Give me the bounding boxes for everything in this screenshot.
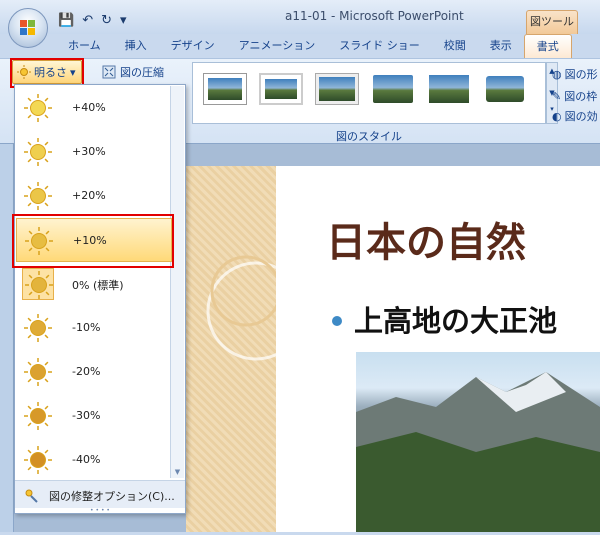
- office-logo-icon: [20, 20, 36, 36]
- compress-button[interactable]: 図の圧縮: [102, 62, 164, 82]
- quick-access-toolbar: 💾 ↶ ↻ ▾: [58, 10, 127, 30]
- style-thumb[interactable]: [427, 73, 471, 105]
- brightness-option[interactable]: -10%: [16, 306, 172, 350]
- undo-icon[interactable]: ↶: [82, 13, 93, 28]
- brightness-option-label: -30%: [72, 409, 101, 422]
- resize-grip[interactable]: • • • •: [15, 508, 185, 514]
- sun-icon: [23, 225, 55, 257]
- brightness-option-label: -40%: [72, 453, 101, 466]
- redo-icon[interactable]: ↻: [101, 13, 112, 28]
- brightness-option-label: +40%: [72, 101, 106, 114]
- customize-qat-icon[interactable]: ▾: [120, 13, 127, 28]
- tab-format[interactable]: 書式: [523, 34, 572, 58]
- brightness-option[interactable]: +30%: [16, 130, 172, 174]
- sun-icon: [22, 268, 54, 300]
- slide-title: 日本の自然: [326, 220, 526, 266]
- picture-tools-tab: 図ツール: [526, 10, 578, 34]
- effects-icon: ◐: [552, 109, 562, 123]
- brightness-icon: [17, 65, 31, 79]
- picture-correction-options[interactable]: 図の修整オプション(C)...: [15, 480, 185, 508]
- save-icon[interactable]: 💾: [58, 13, 74, 28]
- slide-decoration: [186, 166, 306, 532]
- tab-slideshow[interactable]: スライド ショー: [327, 34, 432, 58]
- sun-icon: [22, 400, 54, 432]
- slides-pane: [0, 144, 14, 532]
- sun-icon: [22, 356, 54, 388]
- tab-review[interactable]: 校閲: [432, 34, 478, 58]
- brightness-option-label: -10%: [72, 321, 101, 334]
- brightness-option[interactable]: +10%: [16, 218, 172, 262]
- brightness-option-label: +10%: [73, 234, 107, 247]
- style-thumb[interactable]: [203, 73, 247, 105]
- bullet-icon: [332, 316, 342, 326]
- sun-icon: [22, 444, 54, 476]
- brightness-option[interactable]: -30%: [16, 394, 172, 438]
- tab-view[interactable]: 表示: [478, 34, 524, 58]
- picture-border-button[interactable]: ✎ 図の枠: [552, 88, 597, 104]
- brightness-option-label: +20%: [72, 189, 106, 202]
- style-thumb[interactable]: [483, 73, 527, 105]
- style-thumb[interactable]: [259, 73, 303, 105]
- picture-options-icon: [25, 489, 38, 503]
- brightness-option[interactable]: 0% (標準): [16, 262, 172, 306]
- sun-icon: [22, 136, 54, 168]
- brightness-option-label: -20%: [72, 365, 101, 378]
- brightness-button[interactable]: 明るさ ▾: [12, 60, 82, 84]
- tab-insert[interactable]: 挿入: [113, 34, 159, 58]
- menu-scrollbar[interactable]: ▼: [170, 86, 184, 478]
- compress-label: 図の圧縮: [120, 66, 164, 79]
- picture-effects-button[interactable]: ◐ 図の効: [552, 108, 598, 124]
- window-title: a11-01 - Microsoft PowerPoint: [285, 9, 464, 23]
- styles-group-label: 図のスタイル: [336, 130, 402, 143]
- tab-design[interactable]: デザイン: [159, 34, 227, 58]
- brightness-option[interactable]: -20%: [16, 350, 172, 394]
- brightness-option-label: +30%: [72, 145, 106, 158]
- office-button[interactable]: [8, 8, 48, 48]
- brightness-option-label: 0% (標準): [72, 279, 124, 292]
- brightness-option[interactable]: -40%: [16, 438, 172, 482]
- shape-icon: ◍: [552, 67, 562, 81]
- slide-photo[interactable]: [356, 352, 600, 532]
- compress-icon: [102, 65, 116, 79]
- picture-shape-button[interactable]: ◍ 図の形: [552, 66, 598, 82]
- sun-icon: [22, 180, 54, 212]
- tab-animation[interactable]: アニメーション: [227, 34, 328, 58]
- brightness-option[interactable]: +20%: [16, 174, 172, 218]
- style-thumb[interactable]: [315, 73, 359, 105]
- options-label: 図の修整オプション(C)...: [49, 490, 175, 503]
- tab-home[interactable]: ホーム: [56, 34, 113, 58]
- ribbon-tabs: ホーム 挿入 デザイン アニメーション スライド ショー 校閲 表示 書式: [56, 34, 572, 58]
- brightness-label: 明るさ: [34, 66, 67, 79]
- picture-styles-gallery: [192, 62, 546, 124]
- mountain-photo-icon: [356, 372, 600, 532]
- circle-decoration-icon: [206, 255, 306, 361]
- chevron-down-icon: ▾: [70, 65, 76, 79]
- sun-icon: [22, 92, 54, 124]
- brightness-option[interactable]: +40%: [16, 86, 172, 130]
- pen-icon: ✎: [552, 89, 562, 103]
- style-thumb[interactable]: [371, 73, 415, 105]
- slide-bullet: 上高地の大正池: [354, 304, 558, 338]
- sun-icon: [22, 312, 54, 344]
